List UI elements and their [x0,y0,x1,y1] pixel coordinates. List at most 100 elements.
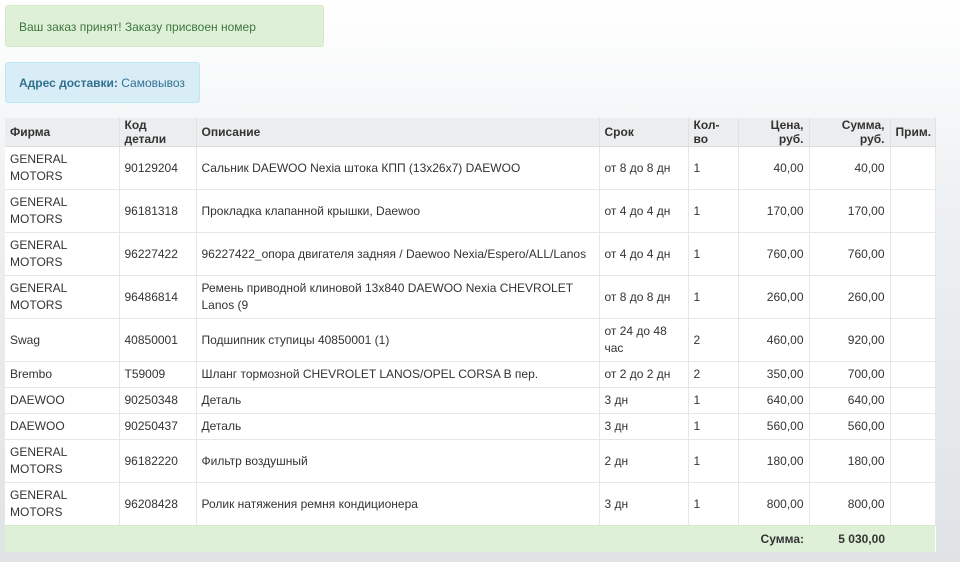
table-row: Brembo T59009 Шланг тормозной CHEVROLET … [5,361,936,388]
cell-note [890,361,936,388]
cell-qty: 1 [688,232,739,276]
cell-term: от 2 до 2 дн [599,361,689,388]
cell-term: 3 дн [599,387,689,414]
cell-description: Подшипник ступицы 40850001 (1) [196,318,600,362]
cell-brand: GENERAL MOTORS [5,146,120,190]
cell-code: 96181318 [119,189,197,233]
cell-code: 96208428 [119,482,197,526]
cell-code: 40850001 [119,318,197,362]
total-spacer [5,525,738,552]
col-header-note: Прим. [890,118,936,147]
table-row: Swag 40850001 Подшипник ступицы 40850001… [5,318,936,362]
cell-sum: 920,00 [809,318,891,362]
cell-note [890,439,936,483]
delivery-address-alert: Адрес доставки: Самовывоз [5,62,200,103]
table-row: GENERAL MOTORS 96227422 96227422_опора д… [5,232,936,276]
total-row: Сумма: 5 030,00 [5,525,935,552]
table-row: GENERAL MOTORS 90129204 Сальник DAEWOO N… [5,146,936,190]
col-header-qty: Кол-во [688,118,739,147]
cell-price: 560,00 [738,413,810,440]
cell-price: 760,00 [738,232,810,276]
cell-brand: DAEWOO [5,387,120,414]
cell-description: 96227422_опора двигателя задняя / Daewoo… [196,232,600,276]
cell-term: от 4 до 4 дн [599,189,689,233]
cell-sum: 260,00 [809,275,891,319]
cell-brand: DAEWOO [5,413,120,440]
table-row: DAEWOO 90250437 Деталь 3 дн 1 560,00 560… [5,413,936,440]
cell-brand: GENERAL MOTORS [5,232,120,276]
cell-description: Прокладка клапанной крышки, Daewoo [196,189,600,233]
delivery-value: Самовывоз [117,76,185,90]
cell-description: Сальник DAEWOO Nexia штока КПП (13x26x7)… [196,146,600,190]
col-header-sum: Сумма, руб. [809,118,891,147]
order-items-table: Фирма Код детали Описание Срок Кол-во Це… [5,118,936,552]
cell-qty: 1 [688,275,739,319]
cell-brand: GENERAL MOTORS [5,439,120,483]
cell-description: Ролик натяжения ремня кондиционера [196,482,600,526]
table-row: DAEWOO 90250348 Деталь 3 дн 1 640,00 640… [5,387,936,414]
cell-note [890,318,936,362]
cell-qty: 1 [688,146,739,190]
cell-note [890,189,936,233]
cell-description: Ремень приводной клиновой 13x840 DAEWOO … [196,275,600,319]
cell-qty: 1 [688,482,739,526]
cell-description: Деталь [196,387,600,414]
cell-note [890,146,936,190]
cell-note [890,413,936,440]
cell-sum: 640,00 [809,387,891,414]
col-header-code: Код детали [119,118,197,147]
cell-price: 170,00 [738,189,810,233]
cell-term: 3 дн [599,413,689,440]
cell-qty: 1 [688,189,739,233]
cell-price: 350,00 [738,361,810,388]
cell-code: 90250437 [119,413,197,440]
cell-brand: GENERAL MOTORS [5,275,120,319]
delivery-label: Адрес доставки: [19,76,118,90]
table-row: GENERAL MOTORS 96486814 Ремень приводной… [5,275,936,319]
cell-price: 260,00 [738,275,810,319]
cell-sum: 40,00 [809,146,891,190]
order-accepted-text: Ваш заказ принят! Заказу присвоен номер [19,20,256,34]
cell-price: 40,00 [738,146,810,190]
cell-term: от 8 до 8 дн [599,275,689,319]
cell-term: 2 дн [599,439,689,483]
cell-code: 96227422 [119,232,197,276]
cell-term: от 24 до 48 час [599,318,689,362]
cell-note [890,275,936,319]
table-row: GENERAL MOTORS 96181318 Прокладка клапан… [5,189,936,233]
cell-price: 460,00 [738,318,810,362]
col-header-term: Срок [599,118,689,147]
cell-code: 90250348 [119,387,197,414]
cell-note [890,387,936,414]
cell-price: 180,00 [738,439,810,483]
cell-qty: 1 [688,387,739,414]
cell-note [890,232,936,276]
cell-note [890,482,936,526]
cell-qty: 1 [688,439,739,483]
order-accepted-alert: Ваш заказ принят! Заказу присвоен номер … [5,5,324,76]
cell-sum: 180,00 [809,439,891,483]
cell-term: 3 дн [599,482,689,526]
cell-sum: 170,00 [809,189,891,233]
cell-sum: 700,00 [809,361,891,388]
table-row: GENERAL MOTORS 96208428 Ролик натяжения … [5,482,936,526]
cell-brand: Swag [5,318,120,362]
cell-code: 90129204 [119,146,197,190]
total-label: Сумма: [738,525,809,552]
col-header-brand: Фирма [5,118,120,147]
col-header-price: Цена, руб. [738,118,810,147]
cell-description: Фильтр воздушный [196,439,600,483]
total-value: 5 030,00 [809,525,890,552]
col-header-description: Описание [196,118,600,147]
cell-description: Шланг тормозной CHEVROLET LANOS/OPEL COR… [196,361,600,388]
cell-code: T59009 [119,361,197,388]
cell-sum: 760,00 [809,232,891,276]
cell-code: 96486814 [119,275,197,319]
cell-description: Деталь [196,413,600,440]
cell-sum: 800,00 [809,482,891,526]
cell-price: 640,00 [738,387,810,414]
cell-price: 800,00 [738,482,810,526]
cell-sum: 560,00 [809,413,891,440]
cell-term: от 4 до 4 дн [599,232,689,276]
cell-code: 96182220 [119,439,197,483]
